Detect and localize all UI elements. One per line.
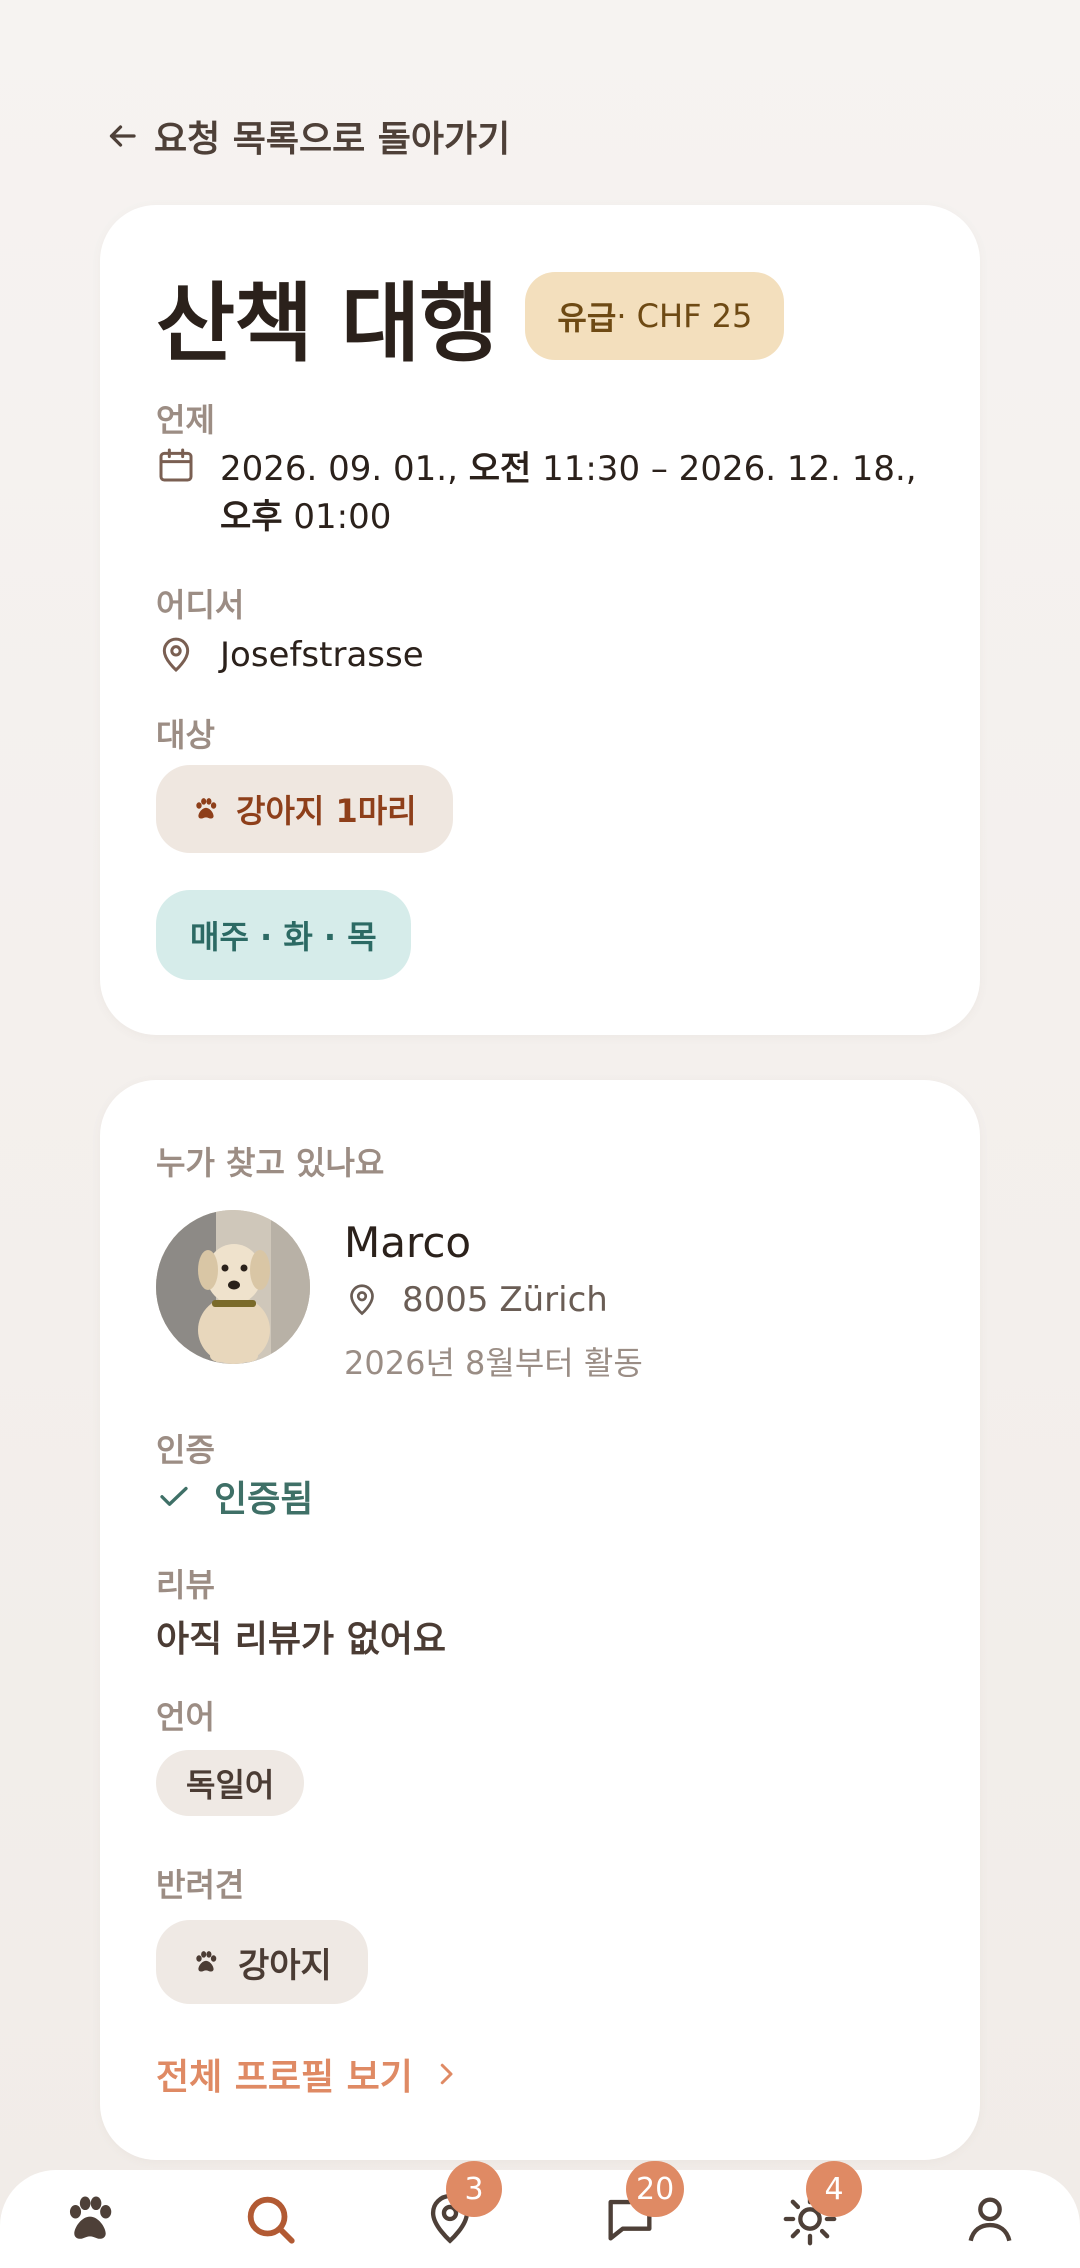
verification-label: 인증: [156, 1431, 215, 1469]
user-name: Marco: [344, 1218, 472, 1267]
check-icon: [160, 1486, 188, 1506]
verified-text: 인증됨: [214, 1479, 314, 1520]
user-location: 8005 Zürich: [344, 1280, 608, 1320]
avatar[interactable]: [156, 1210, 310, 1364]
where-row: Josefstrasse: [156, 635, 424, 675]
languages-label: 언어: [156, 1698, 215, 1736]
nav-messages[interactable]: 20: [590, 2161, 685, 2259]
paw-icon: [69, 2196, 112, 2239]
reviews-label: 리뷰: [156, 1566, 215, 1604]
paid-amount: · CHF 25: [616, 296, 753, 335]
target-value: 강아지 1마리: [236, 792, 417, 830]
dog-photo: [156, 1210, 310, 1364]
paid-label: 유급: [557, 298, 617, 337]
nav-search[interactable]: [230, 2179, 310, 2259]
activity-badge: 4: [806, 2161, 862, 2217]
pet-value: 강아지: [238, 1945, 332, 1986]
search-icon: [247, 2196, 295, 2244]
profile-link-label: 전체 프로필 보기: [156, 2057, 413, 2098]
bottom-nav: 3 20 4: [0, 2161, 1080, 2268]
paw-icon: [196, 1951, 217, 1972]
profile-icon: [968, 2197, 1012, 2242]
calendar-icon: [159, 448, 193, 482]
back-to-requests-link[interactable]: 요청 목록으로 돌아가기: [104, 110, 510, 162]
target-chip: 강아지 1마리: [156, 765, 453, 853]
request-detail-page: 요청 목록으로 돌아가기 산책 대행 유급 · CHF 25 언제 2026. …: [0, 0, 1080, 2268]
requester-section-title: 누가 찾고 있나요: [156, 1144, 385, 1182]
map-badge: 3: [446, 2161, 502, 2217]
nav-activity[interactable]: 4: [770, 2161, 862, 2259]
location-pin-icon: [350, 1284, 374, 1316]
nav-home[interactable]: [50, 2179, 130, 2259]
target-label: 대상: [156, 716, 215, 754]
verified-status: 인증됨: [156, 1470, 313, 1522]
request-card: 산책 대행 유급 · CHF 25 언제 2026. 09. 01., 오전 1…: [100, 205, 980, 1035]
arrow-left-icon: [109, 125, 136, 147]
paw-icon: [196, 798, 217, 819]
schedule-chip: 매주 · 화 · 목: [156, 890, 411, 980]
view-full-profile-link[interactable]: 전체 프로필 보기: [156, 2048, 461, 2100]
messages-badge: 20: [626, 2161, 685, 2217]
pet-chip: 강아지: [156, 1920, 368, 2004]
location-pin-icon: [162, 637, 190, 673]
when-label: 언제: [156, 401, 215, 439]
chevron-right-icon: [440, 2063, 453, 2085]
where-label: 어디서: [156, 586, 245, 624]
schedule-value: 매주 · 화 · 목: [190, 918, 377, 956]
language-value: 독일어: [186, 1766, 275, 1804]
nav-profile[interactable]: [950, 2179, 1030, 2259]
when-value: 2026. 09. 01., 오전 11:30 – 2026. 12. 18.,…: [220, 449, 917, 537]
language-chip: 독일어: [156, 1750, 305, 1816]
when-row: 2026. 09. 01., 오전 11:30 – 2026. 12. 18.,…: [156, 445, 920, 541]
request-title: 산책 대행: [156, 274, 498, 374]
paid-badge: 유급 · CHF 25: [525, 271, 785, 360]
requester-card: 누가 찾고 있나요 Marco 8005 Zürich 2026년 8월부터 활…: [100, 1080, 980, 2160]
where-value: Josefstrasse: [220, 635, 424, 675]
reviews-value: 아직 리뷰가 없어요: [156, 1619, 447, 1660]
nav-map[interactable]: 3: [410, 2161, 502, 2259]
member-since: 2026년 8월부터 활동: [344, 1344, 643, 1382]
back-label: 요청 목록으로 돌아가기: [154, 119, 511, 160]
pets-label: 반려견: [156, 1866, 245, 1904]
user-location-value: 8005 Zürich: [402, 1280, 608, 1320]
